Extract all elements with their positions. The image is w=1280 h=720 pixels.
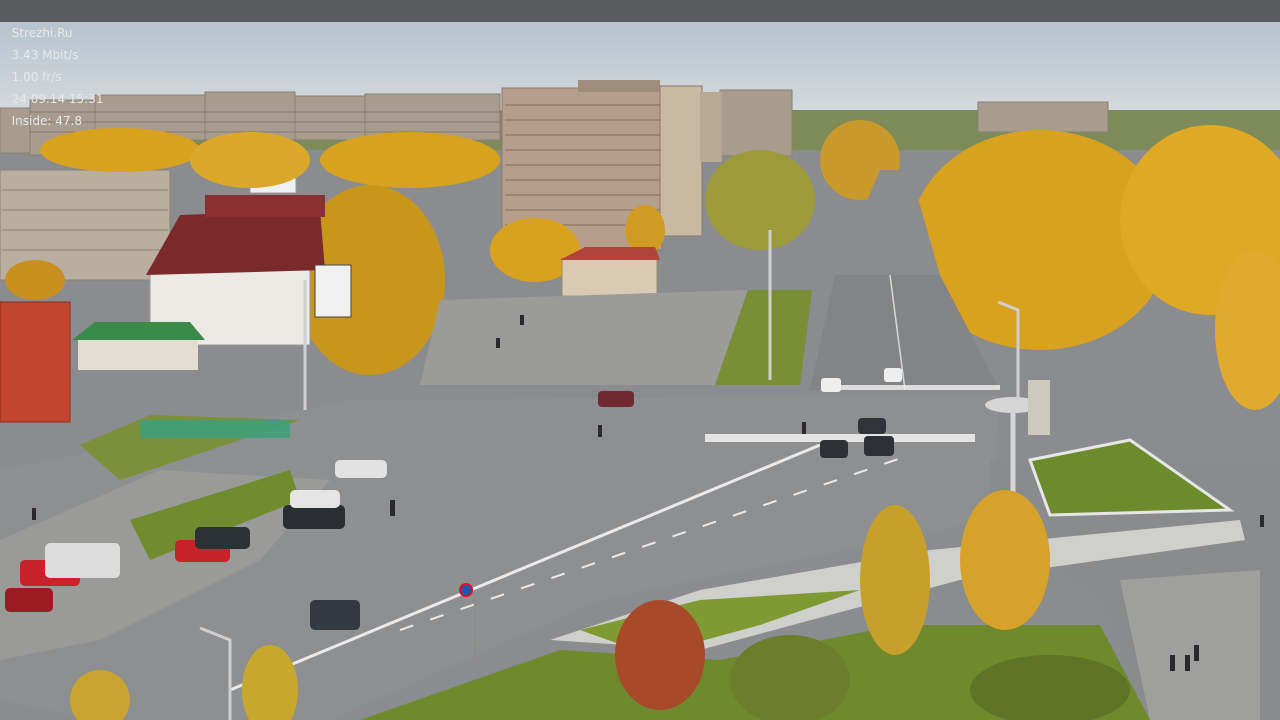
car xyxy=(598,391,634,407)
bitrate-readout: 3.43 Mbit/s xyxy=(11,48,79,62)
car xyxy=(821,378,841,392)
billboard xyxy=(314,264,352,318)
green-court xyxy=(140,420,290,438)
car xyxy=(45,543,120,578)
webcam-status-bar: Strezhi.Ru 3.43 Mbit/s 1.00 fr/s 24.09.1… xyxy=(0,0,1280,128)
car xyxy=(290,490,340,508)
framerate-readout: 1.00 fr/s xyxy=(11,70,62,84)
street-scene xyxy=(0,22,1280,720)
site-name: Strezhi.Ru xyxy=(11,26,73,40)
car xyxy=(864,436,894,456)
car xyxy=(820,440,848,458)
car xyxy=(858,418,886,434)
car xyxy=(195,527,250,549)
car xyxy=(884,368,902,382)
central-plaza xyxy=(420,290,748,385)
car xyxy=(283,505,345,529)
timestamp: 24.09.14 15:31 xyxy=(11,92,104,106)
small-central-building xyxy=(560,247,660,297)
car xyxy=(5,588,53,612)
crosswalk-far xyxy=(830,385,1000,390)
car xyxy=(310,600,360,630)
webcam-frame xyxy=(0,0,1280,720)
inside-temperature: Inside: 47.8 xyxy=(11,114,82,128)
car xyxy=(335,460,387,478)
red-commercial-building xyxy=(0,301,71,423)
green-roof-shop xyxy=(72,322,205,370)
